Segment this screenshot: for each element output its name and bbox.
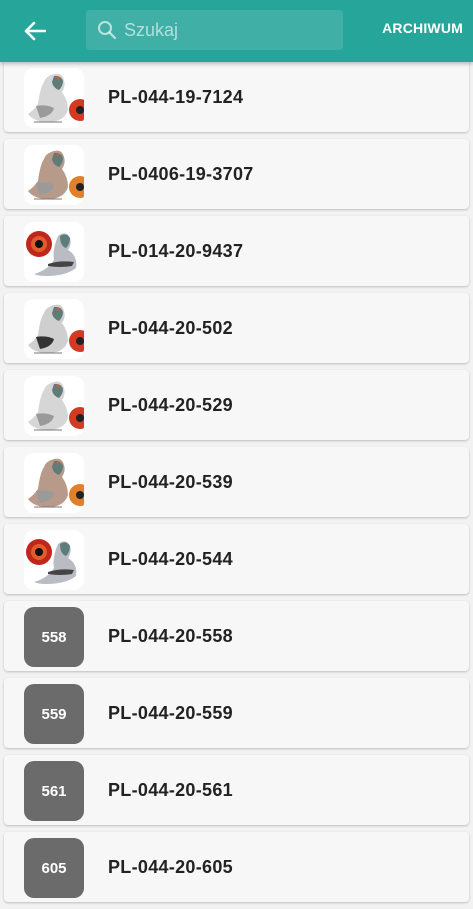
pigeon-photo (24, 68, 84, 128)
pigeon-ring-number: PL-0406-19-3707 (108, 164, 254, 184)
pigeon-row[interactable]: PL-044-19-7124 (4, 62, 469, 132)
search-box[interactable] (86, 10, 343, 50)
pigeon-number-badge: 605 (24, 838, 84, 898)
pigeon-ring-number: PL-044-20-502 (108, 318, 233, 338)
pigeon-row[interactable]: 558 PL-044-20-558 (4, 601, 469, 671)
pigeon-ring-number: PL-044-20-605 (108, 857, 233, 877)
app-bar: ARCHIWUM (0, 0, 473, 62)
pigeon-photo (24, 453, 84, 513)
pigeon-row[interactable]: 561 PL-044-20-561 (4, 755, 469, 825)
search-icon (98, 21, 117, 40)
pigeon-row[interactable]: PL-044-20-529 (4, 370, 469, 440)
pigeon-number-badge: 558 (24, 607, 84, 667)
pigeon-row[interactable]: PL-044-20-544 (4, 524, 469, 594)
search-input[interactable] (124, 10, 334, 50)
arrow-back-icon (24, 21, 46, 41)
pigeon-row[interactable]: PL-044-20-502 (4, 293, 469, 363)
pigeon-photo (24, 145, 84, 205)
pigeon-number-badge: 559 (24, 684, 84, 744)
pigeon-photo (24, 222, 84, 282)
back-button[interactable] (18, 16, 52, 46)
pigeon-photo (24, 376, 84, 436)
pigeon-photo (24, 530, 84, 590)
pigeon-ring-number: PL-014-20-9437 (108, 241, 244, 261)
pigeon-ring-number: PL-044-19-7124 (108, 87, 244, 107)
archive-button[interactable]: ARCHIWUM (382, 20, 463, 42)
pigeon-ring-number: PL-044-20-559 (108, 703, 233, 723)
pigeon-row[interactable]: PL-0406-19-3707 (4, 139, 469, 209)
pigeon-number-badge: 561 (24, 761, 84, 821)
pigeon-list: PL-044-19-7124 PL-0406-19-3707 PL-014-20… (0, 62, 473, 909)
pigeon-ring-number: PL-044-20-544 (108, 549, 233, 569)
pigeon-photo (24, 299, 84, 359)
pigeon-ring-number: PL-044-20-539 (108, 472, 233, 492)
pigeon-row[interactable]: PL-014-20-9437 (4, 216, 469, 286)
pigeon-row[interactable]: PL-044-20-539 (4, 447, 469, 517)
pigeon-row[interactable]: 605 PL-044-20-605 (4, 832, 469, 902)
pigeon-ring-number: PL-044-20-558 (108, 626, 233, 646)
pigeon-ring-number: PL-044-20-561 (108, 780, 233, 800)
pigeon-ring-number: PL-044-20-529 (108, 395, 233, 415)
pigeon-row[interactable]: 559 PL-044-20-559 (4, 678, 469, 748)
